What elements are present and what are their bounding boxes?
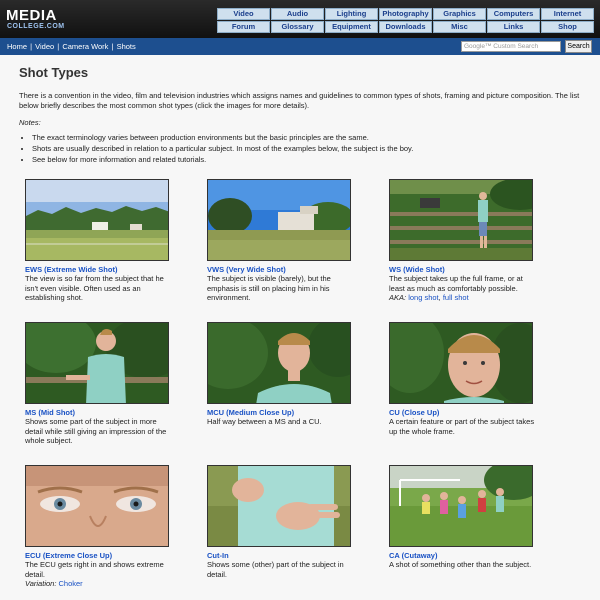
shot-title-ca[interactable]: CA (Cutaway) (389, 551, 539, 560)
notes-label: Notes: (19, 118, 41, 127)
nav-item-computers[interactable]: Computers (487, 8, 540, 20)
intro-paragraph: There is a convention in the video, film… (19, 91, 580, 110)
shot-thumbnail-cu[interactable] (389, 322, 533, 404)
nav-item-internet[interactable]: Internet (541, 8, 594, 20)
shot-desc-mcu: Half way between a MS and a CU. (207, 417, 322, 426)
shot-title-ws[interactable]: WS (Wide Shot) (389, 265, 539, 274)
nav-item-links[interactable]: Links (487, 21, 540, 33)
variation-label: Variation: (25, 579, 57, 588)
shot-thumbnail-ews[interactable] (25, 179, 169, 261)
breadcrumb-shots: Shots (116, 42, 136, 51)
shot-desc-ca: A shot of something other than the subje… (389, 560, 532, 569)
aka-link-full-shot[interactable]: full shot (443, 293, 469, 302)
shot-card-cu: CU (Close Up) A certain feature or part … (389, 322, 539, 436)
shot-thumbnail-ws[interactable] (389, 179, 533, 261)
note-item: Shots are usually described in relation … (32, 143, 592, 154)
shot-desc-ms: Shows some part of the subject in more d… (25, 417, 167, 445)
shot-thumbnail-ecu[interactable] (25, 465, 169, 547)
page-title: Shot Types (19, 65, 89, 80)
nav-item-graphics[interactable]: Graphics (433, 8, 486, 20)
shot-title-vws[interactable]: VWS (Very Wide Shot) (207, 265, 357, 274)
shot-desc-ws: The subject takes up the full frame, or … (389, 274, 523, 293)
site-header: MEDIA COLLEGE.COM Video Audio Lighting P… (0, 0, 600, 38)
breadcrumb: Home | Video | Camera Work | Shots (7, 42, 136, 51)
shot-title-ews[interactable]: EWS (Extreme Wide Shot) (25, 265, 175, 274)
shot-desc-ecu: The ECU gets right in and shows extreme … (25, 560, 164, 579)
aka-link-long-shot[interactable]: long shot (408, 293, 438, 302)
main-content: Shot Types There is a convention in the … (0, 55, 600, 600)
shot-card-ws: WS (Wide Shot) The subject takes up the … (389, 179, 539, 303)
shot-card-ms: MS (Mid Shot) Shows some part of the sub… (25, 322, 175, 446)
breadcrumb-camera-work[interactable]: Camera Work (62, 42, 108, 51)
shot-thumbnail-vws[interactable] (207, 179, 351, 261)
shot-desc-cut-in: Shows some (other) part of the subject i… (207, 560, 344, 579)
shot-desc-ews: The view is so far from the subject that… (25, 274, 164, 302)
breadcrumb-separator: | (28, 42, 35, 51)
nav-item-forum[interactable]: Forum (217, 21, 270, 33)
nav-item-video[interactable]: Video (217, 8, 270, 20)
variation-link-choker[interactable]: Choker (59, 579, 83, 588)
breadcrumb-separator: | (55, 42, 62, 51)
breadcrumb-home[interactable]: Home (7, 42, 27, 51)
shot-title-ms[interactable]: MS (Mid Shot) (25, 408, 175, 417)
nav-item-glossary[interactable]: Glossary (271, 21, 324, 33)
notes-list: The exact terminology varies between pro… (19, 132, 592, 165)
shot-variation-ecu: Variation: Choker (25, 579, 175, 589)
site-logo[interactable]: MEDIA COLLEGE.COM (6, 8, 70, 32)
shot-aka-ws: AKA: long shot, full shot (389, 293, 469, 302)
note-item: See below for more information and relat… (32, 154, 592, 165)
shot-desc-cu: A certain feature or part of the subject… (389, 417, 535, 436)
search-input[interactable]: Google™ Custom Search (461, 41, 561, 52)
logo-sub-text: COLLEGE.COM (7, 23, 65, 30)
aka-label: AKA: (389, 293, 407, 302)
nav-item-misc[interactable]: Misc (433, 21, 486, 33)
main-nav: Video Audio Lighting Photography Graphic… (217, 8, 594, 33)
shot-title-mcu[interactable]: MCU (Medium Close Up) (207, 408, 357, 417)
nav-item-photography[interactable]: Photography (379, 8, 432, 20)
shot-thumbnail-ca[interactable] (389, 465, 533, 547)
shot-card-ca: CA (Cutaway) A shot of something other t… (389, 465, 539, 570)
shot-card-ews: EWS (Extreme Wide Shot) The view is so f… (25, 179, 175, 303)
shot-card-mcu: MCU (Medium Close Up) Half way between a… (207, 322, 357, 427)
nav-item-audio[interactable]: Audio (271, 8, 324, 20)
shot-card-cut-in: Cut-In Shows some (other) part of the su… (207, 465, 357, 579)
nav-item-equipment[interactable]: Equipment (325, 21, 378, 33)
shot-title-cut-in[interactable]: Cut-In (207, 551, 357, 560)
shot-desc-vws: The subject is visible (barely), but the… (207, 274, 331, 302)
shot-thumbnail-ms[interactable] (25, 322, 169, 404)
shot-card-vws: VWS (Very Wide Shot) The subject is visi… (207, 179, 357, 303)
breadcrumb-bar: Home | Video | Camera Work | Shots Googl… (0, 38, 600, 55)
shot-title-ecu[interactable]: ECU (Extreme Close Up) (25, 551, 175, 560)
nav-item-lighting[interactable]: Lighting (325, 8, 378, 20)
logo-main-text: MEDIA (6, 7, 57, 24)
shot-thumbnail-cut-in[interactable] (207, 465, 351, 547)
breadcrumb-video[interactable]: Video (35, 42, 54, 51)
search-button[interactable]: Search (565, 40, 592, 53)
nav-item-downloads[interactable]: Downloads (379, 21, 432, 33)
nav-item-shop[interactable]: Shop (541, 21, 594, 33)
shot-card-ecu: ECU (Extreme Close Up) The ECU gets righ… (25, 465, 175, 589)
shot-thumbnail-mcu[interactable] (207, 322, 351, 404)
note-item: The exact terminology varies between pro… (32, 132, 592, 143)
shot-title-cu[interactable]: CU (Close Up) (389, 408, 539, 417)
breadcrumb-separator: | (109, 42, 116, 51)
